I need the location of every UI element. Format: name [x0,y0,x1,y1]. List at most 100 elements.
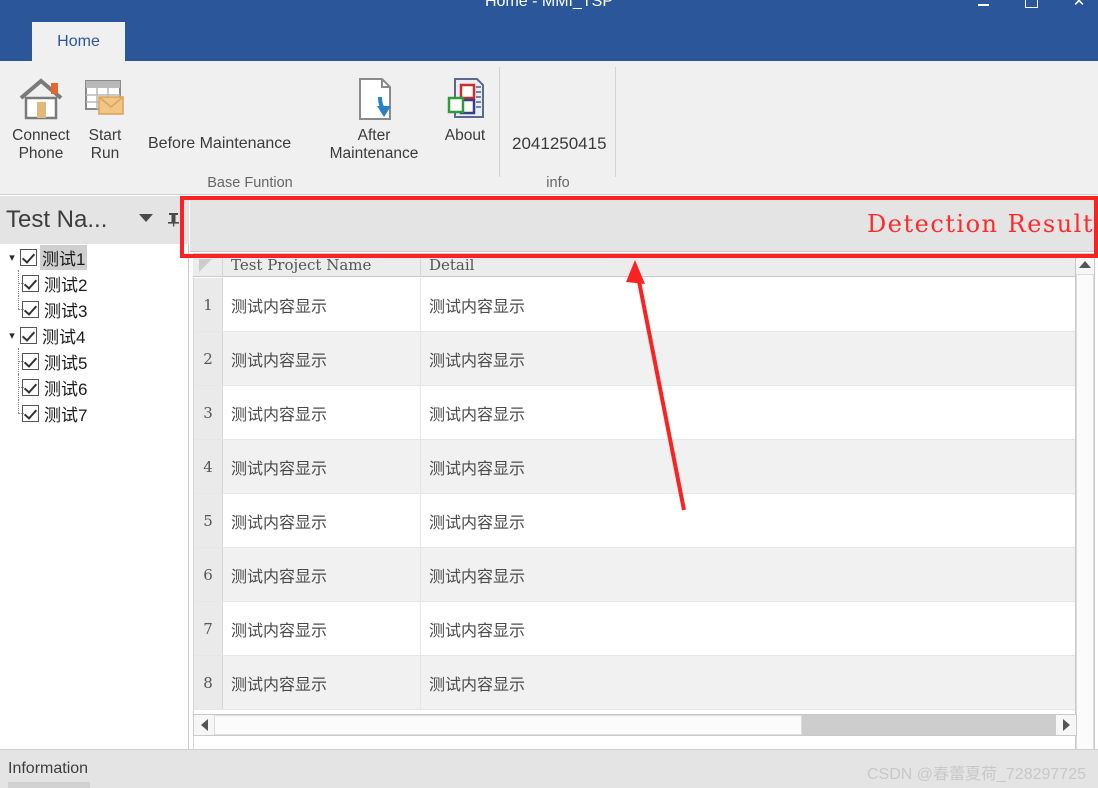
panel-title: Test Na... [6,206,108,233]
cell-test-project-name: 测试内容显示 [223,332,421,385]
table-row[interactable]: 1 测试内容显示 测试内容显示 [194,278,1077,332]
column-header-test-project-name[interactable]: Test Project Name [223,253,421,277]
ribbon-group-base-funtion: Base Funtion Connect Phone Start Run Bef… [0,61,500,195]
tree-checkbox[interactable] [22,300,39,318]
table-row[interactable]: 4 测试内容显示 测试内容显示 [194,440,1077,494]
tab-home[interactable]: Home [32,22,125,61]
connect-phone-button[interactable]: Connect Phone [6,73,76,163]
panel-header: Test Na... [0,196,189,244]
table-row[interactable]: 7 测试内容显示 测试内容显示 [194,602,1077,656]
triangle-up-icon [1079,260,1091,268]
tree-checkbox[interactable] [22,352,39,370]
cell-detail: 测试内容显示 [429,622,526,640]
table-row[interactable]: 3 测试内容显示 测试内容显示 [194,386,1077,440]
start-run-button[interactable]: Start Run [76,73,134,163]
row-number: 3 [194,386,223,439]
cell-detail: 测试内容显示 [429,406,526,424]
cell-test-project-name: 测试内容显示 [223,386,421,439]
tree-node-label: 测试4 [42,327,86,347]
row-number: 1 [194,278,223,331]
tree-checkbox[interactable] [22,404,39,422]
grid-corner-cell[interactable] [193,253,223,277]
tree-node[interactable]: 测试7 [0,400,189,426]
about-label: About [444,127,486,144]
cell-detail: 测试内容显示 [429,514,526,532]
title-bar: Home - MMI_TSP ✕ [0,0,1098,14]
info-value: 2041250415 [512,134,607,153]
row-number: 4 [194,440,223,493]
detection-result-banner: Detection Result [190,196,1098,252]
grid-vertical-scrollbar[interactable] [1075,253,1095,788]
ribbon-tabstrip: Home [0,14,1098,61]
tree-node-label: 测试5 [44,353,88,373]
cell-test-project-name: 测试内容显示 [223,602,421,655]
cell-test-project-name: 测试内容显示 [223,548,421,601]
before-maintenance-label[interactable]: Before Maintenance [148,135,291,153]
scroll-left-button[interactable] [194,715,214,735]
window-controls: ✕ [972,0,1090,11]
chevron-down-icon[interactable] [139,214,153,222]
tree-node[interactable]: 测试5 [0,348,189,374]
window-title: Home - MMI_TSP [484,0,613,10]
table-mail-icon [81,73,129,125]
grid-horizontal-scrollbar[interactable] [193,714,1077,736]
cell-test-project-name: 测试内容显示 [223,494,421,547]
status-progress-chip [8,782,90,788]
table-row[interactable]: 6 测试内容显示 测试内容显示 [194,548,1077,602]
watermark-text: CSDN @春蕾夏荷_728297725 [866,766,1086,783]
minimize-button[interactable] [972,0,994,11]
tree-node-label: 测试2 [44,275,88,295]
cell-detail: 测试内容显示 [429,460,526,478]
cell-detail: 测试内容显示 [429,352,526,370]
detection-result-title: Detection Result [867,209,1094,238]
tree-node-label: 测试1 [40,244,88,270]
triangle-left-icon [200,719,208,731]
house-icon [17,73,65,125]
ribbon: Base Funtion Connect Phone Start Run Bef… [0,61,1098,195]
tree-node[interactable]: ▾ 测试4 [0,322,189,348]
tree-node-label: 测试3 [44,301,88,321]
grid-body: 1 测试内容显示 测试内容显示 2 测试内容显示 测试内容显示 3 测试内容显示… [193,278,1077,788]
about-document-icon [441,73,489,125]
close-button[interactable]: ✕ [1068,0,1090,11]
tree-checkbox[interactable] [20,326,37,344]
chevron-expanded-icon[interactable]: ▾ [4,327,20,343]
row-number: 5 [194,494,223,547]
row-number: 7 [194,602,223,655]
row-number: 2 [194,332,223,385]
vertical-scroll-thumb[interactable] [1076,274,1094,752]
tree-checkbox[interactable] [22,378,39,396]
tree-checkbox[interactable] [20,248,37,266]
column-header-detail[interactable]: Detail [421,254,1077,277]
group-separator [615,67,616,177]
tree-node[interactable]: 测试2 [0,270,189,296]
table-row[interactable]: 5 测试内容显示 测试内容显示 [194,494,1077,548]
tree-checkbox[interactable] [22,274,39,292]
test-tree: ▾ 测试1 测试2 测试3 ▾ 测试4 测试5 测试6 测试7 [0,244,189,426]
tree-node-label: 测试7 [44,405,88,425]
cell-test-project-name: 测试内容显示 [223,440,421,493]
table-row[interactable]: 8 测试内容显示 测试内容显示 [194,656,1077,710]
document-download-icon [350,73,398,125]
tree-node-label: 测试6 [44,379,88,399]
table-row[interactable]: 2 测试内容显示 测试内容显示 [194,332,1077,386]
scroll-up-button[interactable] [1076,254,1094,274]
horizontal-scroll-thumb[interactable] [214,715,802,735]
chevron-expanded-icon[interactable]: ▾ [4,249,20,265]
tree-node[interactable]: ▾ 测试1 [0,244,189,270]
after-maintenance-label: After Maintenance [329,127,419,162]
tree-node[interactable]: 测试3 [0,296,189,322]
start-run-label: Start Run [88,127,122,162]
application-window: Home - MMI_TSP ✕ Home Base Funtion Conne… [0,0,1098,788]
about-button[interactable]: About [430,73,500,145]
pin-icon[interactable] [165,210,181,228]
status-bar: Information CSDN @春蕾夏荷_728297725 [0,749,1098,788]
maximize-button[interactable] [1020,0,1042,11]
row-number: 8 [194,656,223,709]
ribbon-group-about: About [430,61,500,195]
tree-node[interactable]: 测试6 [0,374,189,400]
after-maintenance-button[interactable]: After Maintenance [315,73,433,163]
scroll-right-button[interactable] [1056,715,1076,735]
cell-detail: 测试内容显示 [429,568,526,586]
cell-test-project-name: 测试内容显示 [223,278,421,331]
